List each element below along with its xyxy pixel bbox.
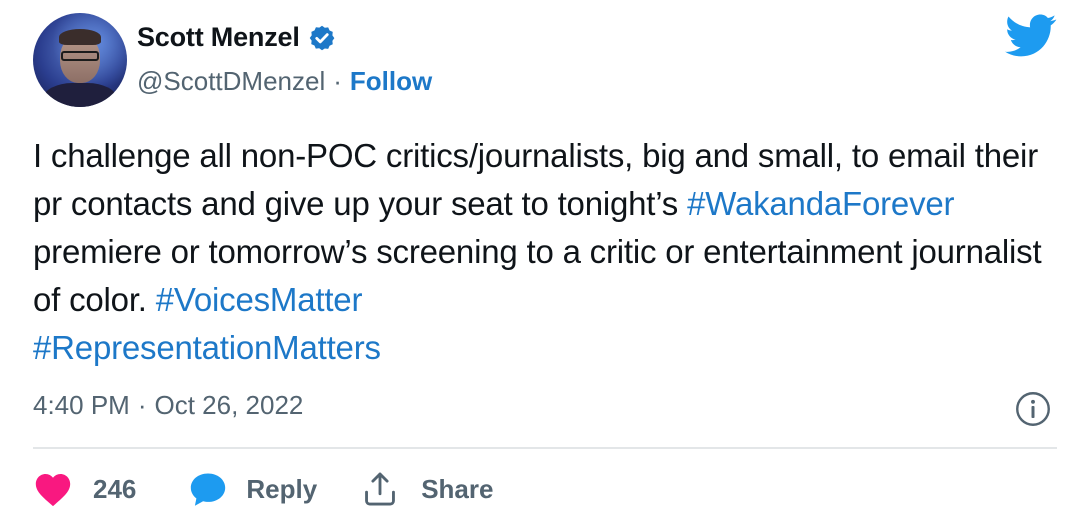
author-display-name[interactable]: Scott Menzel <box>137 22 300 53</box>
author-handle-row: @ScottDMenzel · Follow <box>137 66 432 97</box>
reply-label: Reply <box>246 473 318 504</box>
avatar[interactable] <box>33 13 127 107</box>
divider <box>33 447 1057 449</box>
hashtag-voicesmatter[interactable]: #VoicesMatter <box>156 281 363 318</box>
avatar-shirt <box>43 83 117 107</box>
avatar-hair <box>59 29 101 45</box>
share-button[interactable]: Share <box>361 470 493 508</box>
timestamp-separator: · <box>137 390 147 420</box>
heart-icon <box>35 473 71 507</box>
like-button[interactable]: 246 <box>33 471 136 507</box>
action-bar: 246 Reply Share <box>33 467 493 511</box>
share-upload-icon <box>365 472 396 506</box>
handle-separator: · <box>333 66 342 96</box>
like-count: 246 <box>93 473 137 504</box>
speech-bubble-icon <box>191 473 226 506</box>
tweet-text: I challenge all non-POC critics/journali… <box>33 132 1063 372</box>
info-icon[interactable] <box>1015 391 1051 427</box>
tweet-date: Oct 26, 2022 <box>154 390 304 420</box>
author-handle[interactable]: @ScottDMenzel <box>137 66 325 97</box>
tweet-time: 4:40 PM <box>33 390 130 420</box>
hashtag-representationmatters[interactable]: #RepresentationMatters <box>33 329 381 366</box>
verified-badge-icon <box>309 25 334 50</box>
follow-button[interactable]: Follow <box>350 66 432 97</box>
share-label: Share <box>421 473 494 504</box>
twitter-bird-icon[interactable] <box>1005 14 1057 58</box>
hashtag-wakandaforever[interactable]: #WakandaForever <box>687 185 954 222</box>
tweet-timestamp[interactable]: 4:40 PM · Oct 26, 2022 <box>33 390 303 421</box>
author-name-row: Scott Menzel <box>137 22 336 53</box>
avatar-glasses <box>61 51 99 61</box>
reply-button[interactable]: Reply <box>188 471 317 507</box>
tweet-card: Scott Menzel @ScottDMenzel · Follow I ch… <box>0 0 1080 523</box>
